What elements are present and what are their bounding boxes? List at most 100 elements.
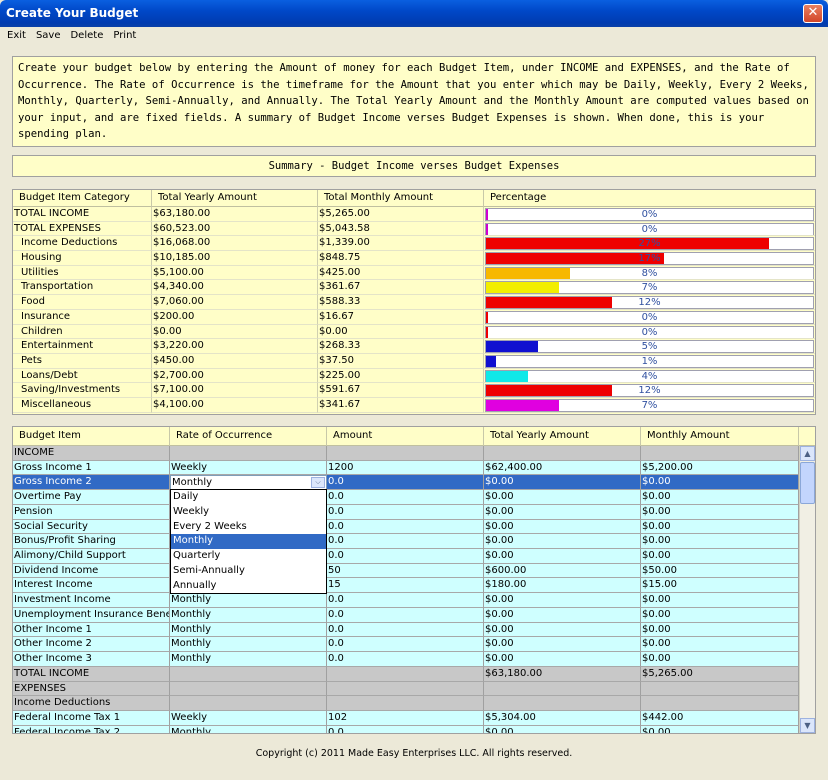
amount-input[interactable]: 0.0 (327, 637, 484, 653)
amount-input[interactable]: 0.0 (327, 725, 484, 733)
table-row[interactable]: Alimony/Child Support 0.0 $0.00 $0.00 (13, 549, 815, 564)
dropdown-option[interactable]: Monthly (171, 534, 326, 550)
summary-category: Housing (13, 251, 152, 266)
summary-header-percentage[interactable]: Percentage (484, 190, 815, 207)
detail-header-monthly[interactable]: Monthly Amount (641, 427, 799, 446)
summary-percentage: 17% (484, 251, 815, 266)
amount-input[interactable]: 50 (327, 563, 484, 579)
budget-item: TOTAL INCOME (13, 666, 170, 682)
table-row[interactable]: Income Deductions (13, 696, 815, 711)
amount-input[interactable]: 0.0 (327, 490, 484, 505)
table-row[interactable]: Bonus/Profit Sharing 0.0 $0.00 $0.00 (13, 534, 815, 550)
rate-of-occurrence[interactable]: Weekly (170, 460, 327, 476)
summary-yearly: $4,340.00 (152, 280, 318, 296)
percentage-label: 0% (641, 223, 658, 235)
summary-category: Miscellaneous (13, 397, 152, 413)
table-row[interactable]: INCOME (13, 446, 815, 461)
dropdown-option[interactable]: Annually (171, 579, 326, 594)
monthly-amount: $0.00 (641, 490, 799, 505)
amount-input[interactable]: 1200 (327, 460, 484, 476)
summary-row: Miscellaneous $4,100.00 $341.67 7% (13, 397, 815, 413)
amount-input[interactable]: 0.0 (327, 652, 484, 667)
vertical-scrollbar[interactable]: ▲ ▼ (799, 446, 815, 733)
table-row[interactable]: Federal Income Tax 2 Monthly 0.0 $0.00 $0.00 (13, 725, 815, 733)
rate-of-occurrence[interactable]: Monthly (170, 652, 327, 667)
summary-yearly: $10,185.00 (152, 251, 318, 266)
menu-exit[interactable]: Exit (0, 27, 31, 45)
summary-yearly: $16,068.00 (152, 236, 318, 252)
total-yearly: $600.00 (484, 563, 641, 579)
budget-item: Bonus/Profit Sharing (13, 534, 170, 550)
rate-of-occurrence[interactable]: Monthly (170, 607, 327, 623)
summary-percentage: 7% (484, 398, 815, 413)
budget-item: EXPENSES (13, 681, 170, 697)
table-row[interactable]: Gross Income 2 Monthly ⌵ 0.0 $0.00 $0.00 (13, 475, 815, 491)
dropdown-option[interactable]: Semi-Annually (171, 564, 326, 579)
table-row[interactable]: Pension 0.0 $0.00 $0.00 (13, 504, 815, 520)
dropdown-option[interactable]: Weekly (171, 505, 326, 520)
table-row[interactable]: EXPENSES (13, 681, 815, 697)
table-row[interactable]: Investment Income Monthly 0.0 $0.00 $0.00 (13, 593, 815, 608)
summary-category: Food (13, 295, 152, 310)
summary-header-yearly[interactable]: Total Yearly Amount (152, 190, 318, 207)
amount-input[interactable]: 0.0 (327, 519, 484, 535)
menu-print[interactable]: Print (108, 27, 141, 45)
budget-item: INCOME (13, 446, 170, 461)
amount-input[interactable]: 15 (327, 578, 484, 594)
amount-input[interactable]: 102 (327, 710, 484, 726)
scroll-thumb[interactable] (800, 462, 815, 504)
detail-header-item[interactable]: Budget Item (13, 427, 170, 446)
amount-input[interactable]: 0.0 (327, 534, 484, 550)
total-yearly: $0.00 (484, 504, 641, 520)
table-row[interactable]: Overtime Pay 0.0 $0.00 $0.00 (13, 490, 815, 505)
table-row[interactable]: Other Income 1 Monthly 0.0 $0.00 $0.00 (13, 622, 815, 638)
budget-item: Federal Income Tax 2 (13, 725, 170, 733)
table-row[interactable]: Interest Income 15 $180.00 $15.00 (13, 578, 815, 594)
detail-header-rate[interactable]: Rate of Occurrence (170, 427, 327, 446)
budget-item: Federal Income Tax 1 (13, 710, 170, 726)
amount-input[interactable]: 0.0 (327, 593, 484, 608)
amount-input[interactable]: 0.0 (327, 622, 484, 638)
amount-input[interactable]: 0.0 (327, 475, 484, 491)
dropdown-option[interactable]: Every 2 Weeks (171, 520, 326, 535)
detail-header-yearly[interactable]: Total Yearly Amount (484, 427, 641, 446)
rate-of-occurrence[interactable]: Monthly ⌵ (170, 475, 327, 491)
amount-input[interactable]: 0.0 (327, 549, 484, 564)
summary-monthly: $5,265.00 (318, 207, 484, 222)
rate-of-occurrence[interactable]: Monthly (170, 725, 327, 733)
summary-header-category[interactable]: Budget Item Category (13, 190, 152, 207)
percentage-bar: 7% (485, 398, 814, 412)
chevron-down-icon[interactable]: ⌵ (311, 477, 325, 489)
menu-save[interactable]: Save (31, 27, 66, 45)
table-row[interactable]: Social Security 0.0 $0.00 $0.00 (13, 519, 815, 535)
detail-header-amount[interactable]: Amount (327, 427, 484, 446)
amount-input[interactable]: 0.0 (327, 504, 484, 520)
table-row[interactable]: Gross Income 1 Weekly 1200 $62,400.00 $5,200… (13, 460, 815, 476)
monthly-amount: $0.00 (641, 519, 799, 535)
scroll-down-icon[interactable]: ▼ (800, 718, 815, 733)
rate-of-occurrence[interactable]: Monthly (170, 637, 327, 653)
close-icon[interactable]: ✕ (803, 4, 823, 23)
summary-row: Loans/Debt $2,700.00 $225.00 4% (13, 368, 815, 384)
dropdown-option[interactable]: Quarterly (171, 549, 326, 564)
percentage-label: 5% (641, 341, 658, 353)
amount-input[interactable]: 0.0 (327, 607, 484, 623)
percentage-bar: 12% (485, 296, 814, 309)
summary-percentage: 5% (484, 339, 815, 354)
table-row[interactable]: Unemployment Insurance Benefits Monthly 0.… (13, 607, 815, 623)
total-yearly: $0.00 (484, 519, 641, 535)
monthly-amount (641, 681, 799, 697)
scroll-up-icon[interactable]: ▲ (800, 446, 815, 461)
dropdown-option[interactable]: Daily (171, 490, 326, 505)
amount-input (327, 446, 484, 461)
table-row[interactable]: Federal Income Tax 1 Weekly 102 $5,304.00 $4… (13, 710, 815, 726)
table-row[interactable]: Dividend Income 50 $600.00 $50.00 (13, 563, 815, 579)
table-row[interactable]: Other Income 2 Monthly 0.0 $0.00 $0.00 (13, 637, 815, 653)
menu-delete[interactable]: Delete (65, 27, 108, 45)
rate-of-occurrence[interactable]: Monthly (170, 622, 327, 638)
rate-of-occurrence[interactable]: Weekly (170, 710, 327, 726)
table-row[interactable]: TOTAL INCOME $63,180.00 $5,265.00 (13, 666, 815, 682)
table-row[interactable]: Other Income 3 Monthly 0.0 $0.00 $0.00 (13, 652, 815, 667)
rate-of-occurrence[interactable]: Monthly (170, 593, 327, 608)
summary-header-monthly[interactable]: Total Monthly Amount (318, 190, 484, 207)
